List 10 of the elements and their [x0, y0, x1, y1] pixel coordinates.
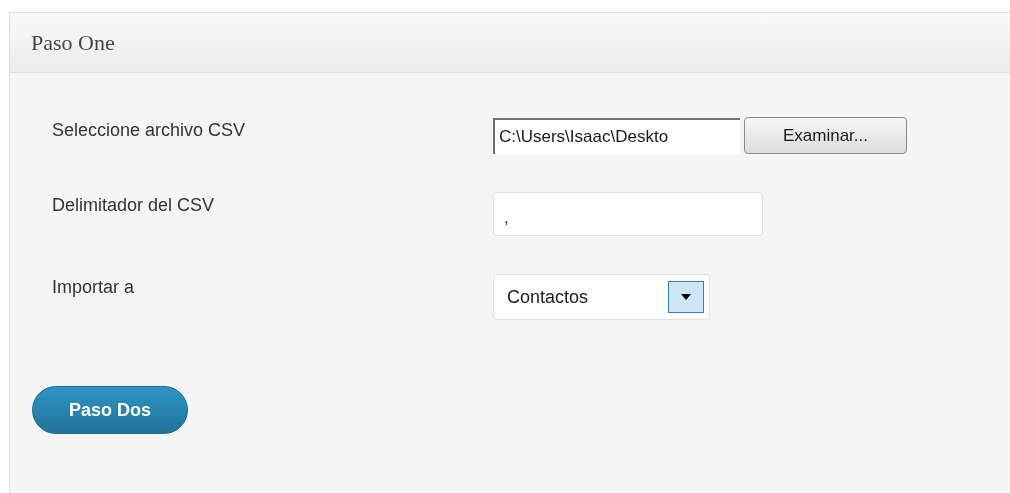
dropdown[interactable]: Contactos: [493, 274, 710, 320]
panel-title: Paso One: [31, 29, 115, 57]
browse-button[interactable]: Examinar...: [744, 117, 907, 154]
next-step-button[interactable]: Paso Dos: [32, 386, 188, 434]
delimiter-field[interactable]: ,: [493, 192, 763, 236]
file-path-field[interactable]: C:\Users\Isaac\Deskto: [493, 117, 740, 154]
field-label: Seleccione archivo CSV: [51, 119, 247, 142]
field-label: Importar a: [51, 276, 136, 299]
field-label: Delimitador del CSV: [51, 194, 216, 217]
caret-icon: [668, 281, 704, 313]
